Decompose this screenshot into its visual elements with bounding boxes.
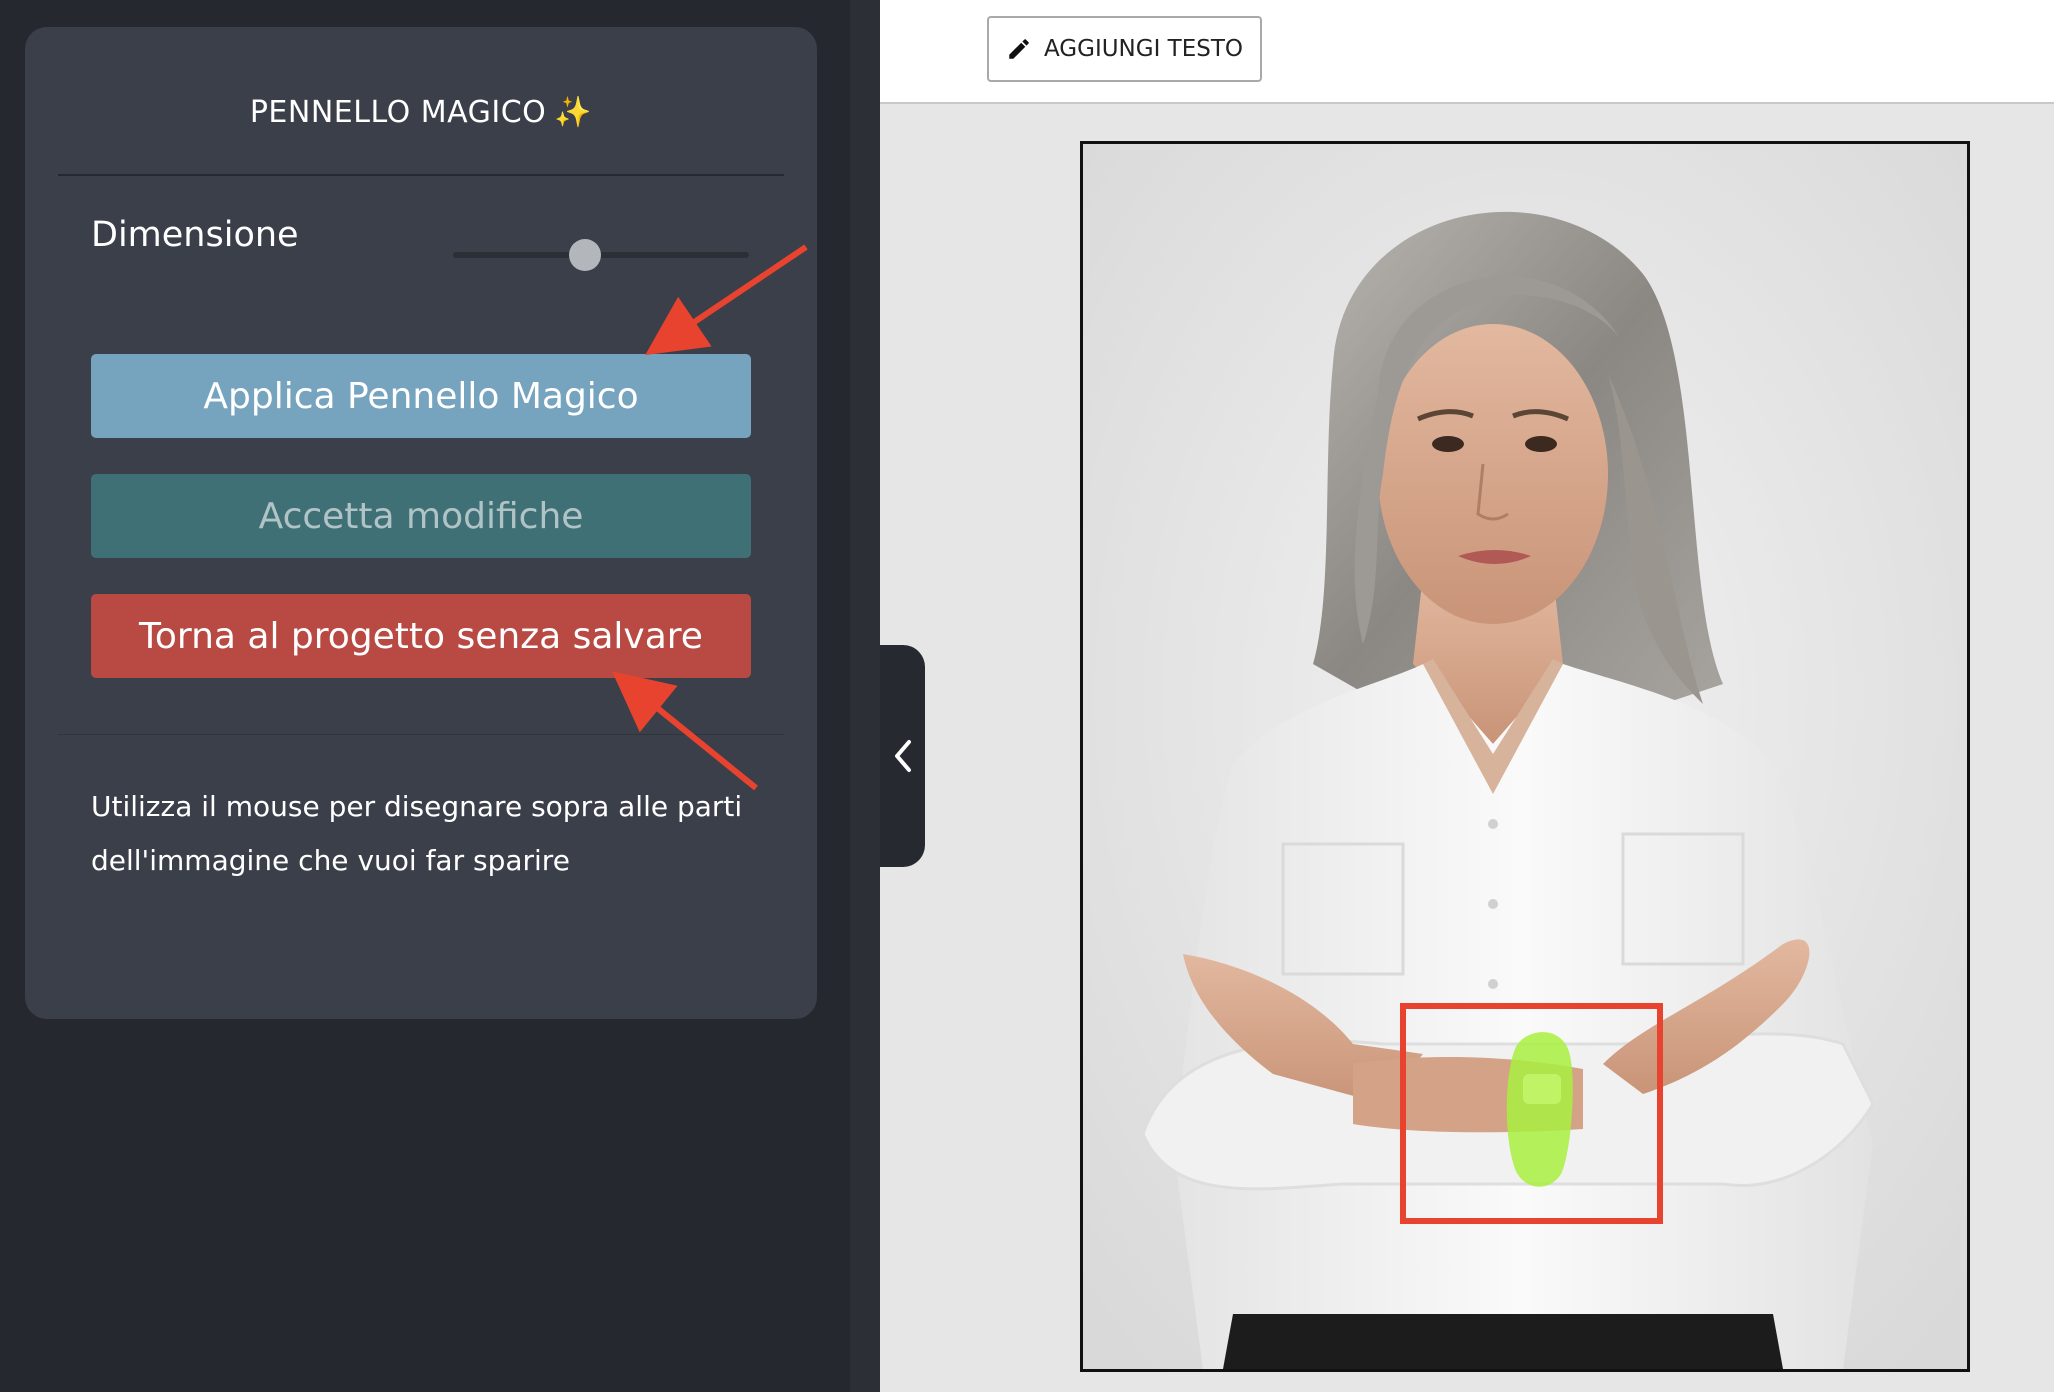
image-canvas[interactable] <box>1080 141 1970 1372</box>
accept-changes-button[interactable]: Accetta modifiche <box>91 474 751 558</box>
panel-divider-bottom <box>58 734 784 735</box>
magic-brush-panel: PENNELLO MAGICO ✨ Dimensione Applica Penn… <box>25 27 817 1019</box>
slider-thumb[interactable] <box>569 239 601 271</box>
add-text-label: AGGIUNGI TESTO <box>1043 36 1244 62</box>
top-toolbar: AGGIUNGI TESTO <box>880 0 2054 104</box>
slider-track[interactable] <box>453 252 749 258</box>
panel-title-text: PENNELLO MAGICO <box>249 95 547 130</box>
back-without-saving-button[interactable]: Torna al progetto senza salvare <box>91 594 751 678</box>
panel-divider <box>58 174 784 176</box>
brush-size-slider[interactable] <box>453 225 753 285</box>
help-text: Utilizza il mouse per disegnare sopra al… <box>91 790 743 877</box>
size-label: Dimensione <box>91 215 299 255</box>
portrait-photo[interactable] <box>1083 144 1967 1369</box>
chevron-left-icon[interactable] <box>892 738 914 774</box>
sidebar-edge <box>850 0 880 1392</box>
collapse-sidebar-button[interactable] <box>880 645 925 867</box>
add-text-button[interactable]: AGGIUNGI TESTO <box>987 16 1262 82</box>
pencil-icon <box>1009 39 1029 59</box>
apply-magic-brush-button[interactable]: Applica Pennello Magico <box>91 354 751 438</box>
sparkles-icon: ✨ <box>554 95 593 130</box>
panel-title: PENNELLO MAGICO ✨ <box>25 95 817 130</box>
